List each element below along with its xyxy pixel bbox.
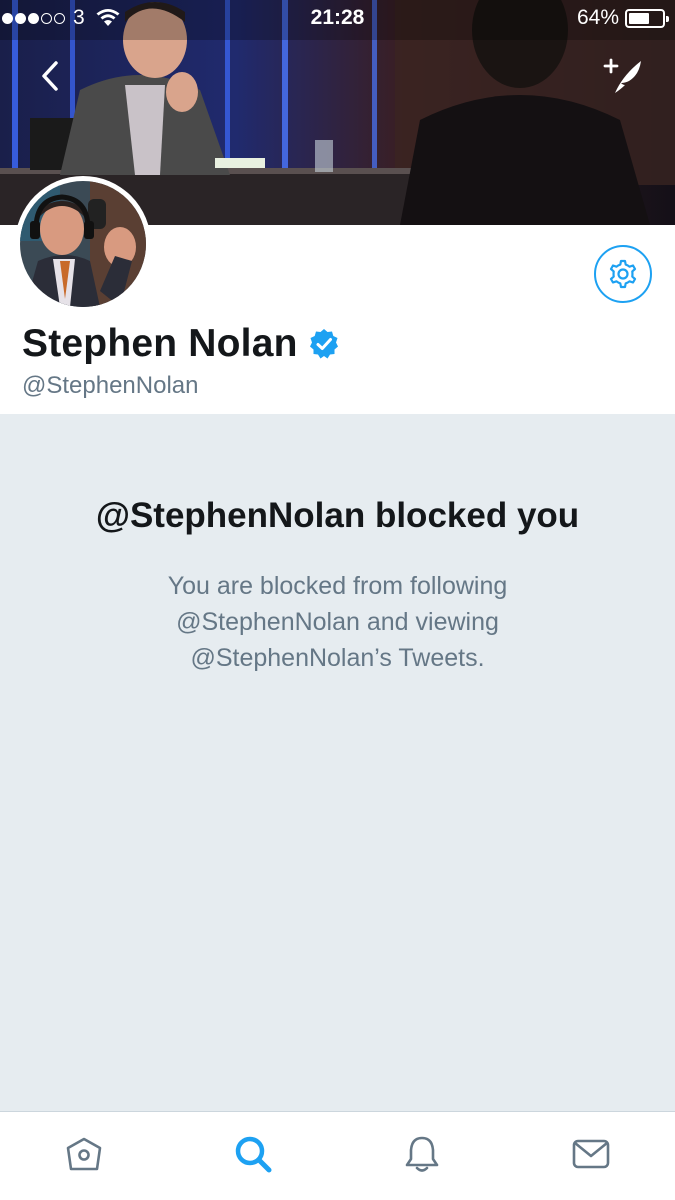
compose-tweet-icon	[603, 58, 641, 93]
bottom-tab-bar	[0, 1111, 675, 1200]
tab-home[interactable]	[0, 1112, 169, 1200]
tab-messages[interactable]	[506, 1112, 675, 1200]
status-time: 21:28	[310, 6, 365, 29]
home-icon	[67, 1137, 102, 1171]
blocked-title: @StephenNolan blocked you	[95, 496, 580, 535]
search-icon	[235, 1136, 272, 1173]
chevron-left-icon	[42, 61, 58, 91]
verified-badge-icon	[309, 329, 338, 359]
profile-name-row: Stephen Nolan	[22, 322, 340, 366]
profile-avatar[interactable]	[15, 176, 151, 312]
battery-percentage: 64%	[576, 6, 619, 29]
blocked-message: You are blocked from following @StephenN…	[167, 572, 508, 672]
battery-icon	[625, 8, 669, 28]
status-bar: 3 21:28 64%	[0, 0, 675, 40]
compose-tweet-button[interactable]	[601, 55, 645, 97]
back-button[interactable]	[34, 57, 68, 95]
profile-display-name: Stephen Nolan	[22, 322, 298, 365]
gear-icon	[609, 259, 637, 289]
avatar-image	[20, 181, 146, 307]
tab-search[interactable]	[169, 1112, 338, 1200]
notifications-icon	[405, 1136, 439, 1172]
tab-notifications[interactable]	[338, 1112, 507, 1200]
messages-icon	[572, 1139, 609, 1169]
profile-handle: @StephenNolan	[22, 372, 199, 399]
profile-settings-button[interactable]	[594, 245, 652, 303]
